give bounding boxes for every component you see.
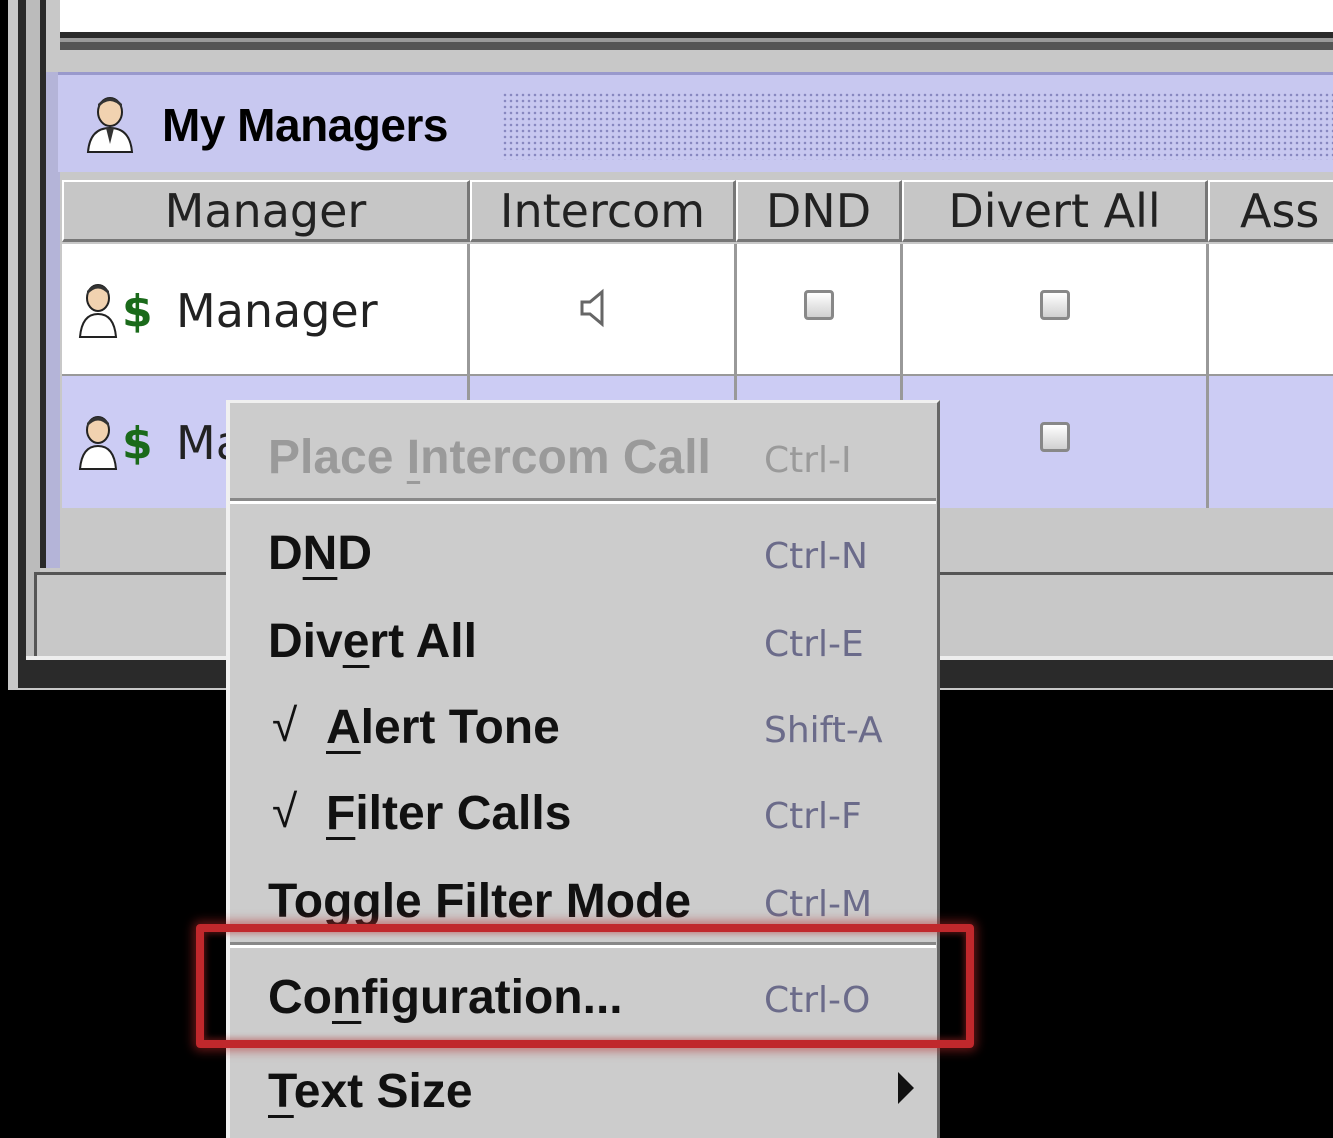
menu-item-alert-tone[interactable]: √ Alert Tone Shift-A <box>230 682 936 768</box>
shortcut-label: Shift-A <box>764 710 883 751</box>
window-top-area <box>60 0 1333 32</box>
divert-all-checkbox[interactable] <box>1040 290 1070 320</box>
menu-item-filter-calls[interactable]: √ Filter Calls Ctrl-F <box>230 768 936 854</box>
menu-item-place-intercom-call[interactable]: Place Intercom Call Ctrl-I <box>230 412 936 498</box>
column-header-divert-all[interactable]: Divert All <box>902 180 1208 242</box>
svg-text:$: $ <box>122 418 153 469</box>
header-pattern <box>502 92 1333 160</box>
column-header-dnd[interactable]: DND <box>736 180 902 242</box>
panel-title: My Managers <box>162 99 448 151</box>
window-left-border <box>18 0 26 668</box>
manager-dollar-icon: $ <box>78 416 153 470</box>
column-header-intercom[interactable]: Intercom <box>470 180 736 242</box>
speaker-icon[interactable] <box>578 288 608 328</box>
divert-all-checkbox[interactable] <box>1040 422 1070 452</box>
manager-name: Manager <box>176 284 378 338</box>
column-header-assistant[interactable]: Ass <box>1208 180 1333 242</box>
menu-item-divert-all[interactable]: Divert All Ctrl-E <box>230 596 936 682</box>
shortcut-label: Ctrl-F <box>764 796 862 837</box>
shortcut-label: Ctrl-N <box>764 536 868 577</box>
dnd-checkbox[interactable] <box>804 290 834 320</box>
manager-person-icon <box>86 97 134 153</box>
checkmark-icon: √ <box>272 699 298 751</box>
checkmark-icon: √ <box>272 785 298 837</box>
window-left-edge <box>26 0 40 660</box>
manager-dollar-icon: $ <box>78 284 153 338</box>
shortcut-label: Ctrl-I <box>764 440 852 481</box>
column-divider <box>1206 244 1209 508</box>
menu-separator <box>230 498 936 504</box>
menu-item-dnd[interactable]: DND Ctrl-N <box>230 508 936 594</box>
annotation-highlight-box <box>196 924 974 1048</box>
svg-text:$: $ <box>122 286 153 337</box>
column-header-manager[interactable]: Manager <box>62 180 470 242</box>
menu-item-text-size[interactable]: Text Size <box>230 1046 936 1132</box>
window-divider <box>60 42 1333 50</box>
shortcut-label: Ctrl-M <box>764 884 873 925</box>
submenu-arrow-icon <box>898 1072 914 1104</box>
shortcut-label: Ctrl-E <box>764 624 864 665</box>
